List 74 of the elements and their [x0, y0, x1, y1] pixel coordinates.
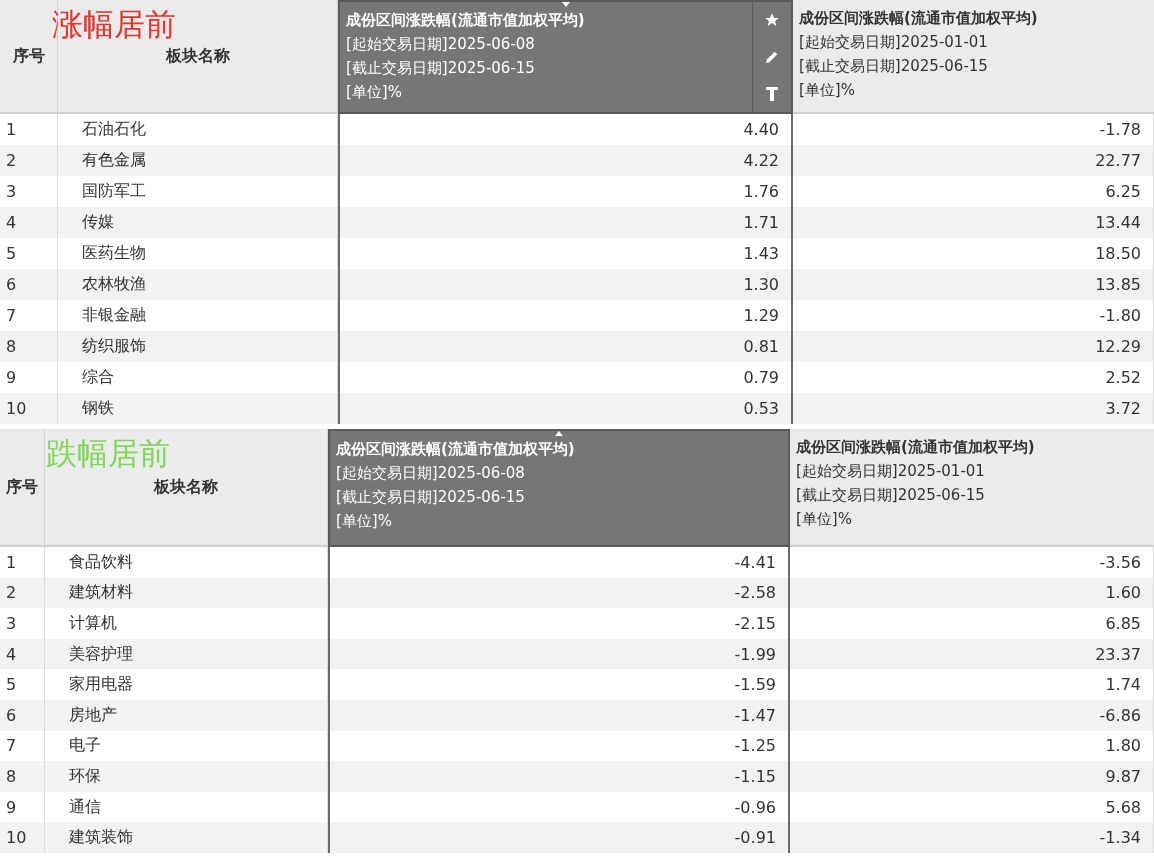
unit-label: [单位]% [796, 509, 853, 530]
row-number: 10 [0, 393, 58, 424]
header-title: 成份区间涨跌幅(流通市值加权平均) [346, 10, 586, 31]
value-cell: -1.99 [328, 638, 790, 670]
value-cell: -4.41 [328, 547, 790, 578]
value-cell: -2.58 [328, 577, 790, 609]
metric-column-header[interactable]: 成份区间涨跌幅(流通市值加权平均) [起始交易日期]2025-01-01 [截止交易日期]2025-06-15 [单位]% [793, 0, 1154, 114]
unit-label: [单位]% [799, 80, 856, 101]
row-number: 8 [0, 761, 45, 792]
value-cell: -0.96 [328, 791, 790, 823]
value-cell: 9.87 [790, 761, 1154, 792]
value-cell: -2.15 [328, 608, 790, 639]
sector-name: 环保 [45, 761, 328, 792]
row-number: 10 [0, 822, 45, 853]
value-cell: -1.59 [328, 669, 790, 700]
value-cell: 12.29 [793, 331, 1154, 362]
sector-name: 美容护理 [45, 638, 328, 670]
value-cell: 1.71 [338, 207, 793, 238]
row-number: 6 [0, 269, 58, 300]
filter-icon[interactable] [765, 85, 779, 102]
value-cell: 4.22 [338, 145, 793, 176]
header-title: 成份区间涨跌幅(流通市值加权平均) [796, 437, 1036, 458]
value-cell: 0.53 [338, 393, 793, 424]
header-title: 成份区间涨跌幅(流通市值加权平均) [336, 439, 576, 460]
unit-label: [单位]% [346, 82, 403, 103]
end-date: [截止交易日期]2025-06-15 [346, 58, 536, 79]
end-date: [截止交易日期]2025-06-15 [336, 487, 526, 508]
end-date: [截止交易日期]2025-06-15 [796, 485, 986, 506]
section-title: 跌幅居前 [46, 434, 170, 473]
row-number: 8 [0, 331, 58, 362]
row-number: 4 [0, 638, 45, 670]
value-cell: 13.44 [793, 207, 1154, 238]
value-cell: -1.25 [328, 730, 790, 762]
row-number: 6 [0, 699, 45, 731]
value-cell: 3.72 [793, 393, 1154, 424]
value-cell: -1.15 [328, 761, 790, 792]
header-title: 成份区间涨跌幅(流通市值加权平均) [799, 8, 1039, 29]
unit-label: [单位]% [336, 511, 393, 532]
value-cell: 13.85 [793, 269, 1154, 300]
start-date: [起始交易日期]2025-01-01 [799, 32, 989, 53]
sector-name: 纺织服饰 [58, 331, 338, 362]
metric-column-header[interactable]: 成份区间涨跌幅(流通市值加权平均) [起始交易日期]2025-01-01 [截止交易日期]2025-06-15 [单位]% [790, 429, 1154, 547]
value-cell: -1.47 [328, 699, 790, 731]
sector-name: 农林牧渔 [58, 269, 338, 300]
value-cell: 1.76 [338, 176, 793, 207]
value-cell: 0.79 [338, 362, 793, 393]
row-number: 4 [0, 207, 58, 238]
value-cell: 23.37 [790, 638, 1154, 670]
start-date: [起始交易日期]2025-06-08 [346, 34, 536, 55]
metric-column-header[interactable]: 成份区间涨跌幅(流通市值加权平均) [起始交易日期]2025-06-08 [截止交易日期]2025-06-15 [单位]% [328, 429, 790, 547]
sector-name: 建筑材料 [45, 577, 328, 609]
sector-name: 有色金属 [58, 145, 338, 176]
column-header: 序号 [0, 429, 45, 547]
end-date: [截止交易日期]2025-06-15 [799, 56, 989, 77]
sector-name: 钢铁 [58, 393, 338, 424]
sector-name: 传媒 [58, 207, 338, 238]
value-cell: 1.43 [338, 238, 793, 269]
value-cell: 4.40 [338, 114, 793, 145]
value-cell: -1.34 [790, 822, 1154, 853]
sector-name: 房地产 [45, 699, 328, 731]
row-number: 2 [0, 145, 58, 176]
metric-column-header[interactable]: 成份区间涨跌幅(流通市值加权平均) [起始交易日期]2025-06-08 [截止交易日期]2025-06-15 [单位]% [338, 0, 793, 114]
row-number: 2 [0, 577, 45, 609]
value-cell: 0.81 [338, 331, 793, 362]
value-cell: 1.30 [338, 269, 793, 300]
start-date: [起始交易日期]2025-01-01 [796, 461, 986, 482]
start-date: [起始交易日期]2025-06-08 [336, 463, 526, 484]
pencil-icon[interactable] [764, 49, 780, 65]
value-cell: 22.77 [793, 145, 1154, 176]
value-cell: -0.91 [328, 822, 790, 853]
value-cell: 1.29 [338, 300, 793, 331]
value-cell: -6.86 [790, 699, 1154, 731]
sector-name: 建筑装饰 [45, 822, 328, 853]
value-cell: 1.60 [790, 577, 1154, 609]
